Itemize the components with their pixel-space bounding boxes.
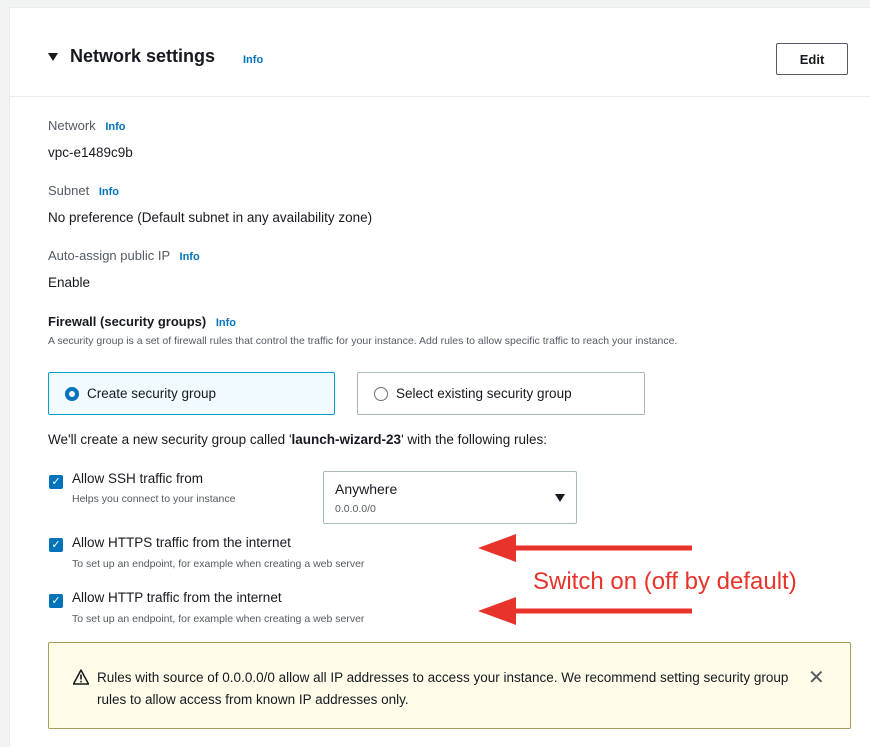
annotation-arrow-https xyxy=(478,534,692,562)
firewall-title-text: Firewall (security groups) xyxy=(48,314,207,329)
https-checkbox[interactable]: ✓ xyxy=(49,538,63,552)
create-prefix: We'll create a new security group called… xyxy=(48,432,292,447)
create-security-group-label: Create security group xyxy=(87,386,217,401)
radio-selected-icon[interactable] xyxy=(65,386,79,401)
checkmark-icon: ✓ xyxy=(51,476,61,488)
subnet-info-link[interactable]: Info xyxy=(99,186,119,198)
title-info-link[interactable]: Info xyxy=(243,54,263,66)
ssh-source-select[interactable]: Anywhere 0.0.0.0/0 xyxy=(323,471,577,524)
auto-ip-info-link[interactable]: Info xyxy=(180,251,200,263)
close-icon[interactable]: ✕ xyxy=(808,665,825,690)
network-settings-panel: Network settings Info Edit Network Info … xyxy=(9,7,870,747)
auto-ip-value: Enable xyxy=(48,275,91,290)
checkmark-icon: ✓ xyxy=(51,539,61,551)
http-checkbox[interactable]: ✓ xyxy=(49,594,63,608)
warning-alert: Rules with source of 0.0.0.0/0 allow all… xyxy=(48,642,851,729)
select-existing-group-label: Select existing security group xyxy=(396,386,572,401)
subnet-value: No preference (Default subnet in any ava… xyxy=(48,210,373,225)
checkmark-icon: ✓ xyxy=(51,595,61,607)
ssh-source-cidr: 0.0.0.0/0 xyxy=(335,503,376,515)
network-label: Network Info xyxy=(48,118,125,133)
ssh-checkbox[interactable]: ✓ xyxy=(49,475,63,489)
select-existing-group-option[interactable]: Select existing security group xyxy=(357,372,645,415)
network-label-text: Network xyxy=(48,118,96,133)
http-rule-label: Allow HTTP traffic from the internet xyxy=(72,590,282,605)
warning-icon xyxy=(73,669,89,685)
auto-ip-label-text: Auto-assign public IP xyxy=(48,248,170,263)
https-rule-label: Allow HTTPS traffic from the internet xyxy=(72,535,291,550)
group-name: launch-wizard-23 xyxy=(291,432,402,447)
ssh-rule-sub: Helps you connect to your instance xyxy=(72,493,236,505)
subnet-label: Subnet Info xyxy=(48,183,119,198)
http-rule-sub: To set up an endpoint, for example when … xyxy=(72,613,365,625)
alert-message: Rules with source of 0.0.0.0/0 allow all… xyxy=(97,670,789,707)
create-security-group-option[interactable]: Create security group xyxy=(48,372,335,415)
annotation-text: Switch on (off by default) xyxy=(533,568,797,595)
edit-button[interactable]: Edit xyxy=(776,43,848,75)
annotation-arrow-http xyxy=(478,597,692,625)
radio-unselected-icon[interactable] xyxy=(374,386,388,401)
firewall-title: Firewall (security groups) Info xyxy=(48,314,236,329)
firewall-description: A security group is a set of firewall ru… xyxy=(48,335,678,347)
create-suffix: ' with the following rules: xyxy=(401,432,547,447)
dropdown-caret-icon xyxy=(555,494,565,502)
network-info-link[interactable]: Info xyxy=(105,121,125,133)
https-rule-sub: To set up an endpoint, for example when … xyxy=(72,558,365,570)
ssh-rule-label: Allow SSH traffic from xyxy=(72,471,204,486)
firewall-info-link[interactable]: Info xyxy=(216,317,236,329)
auto-ip-label: Auto-assign public IP Info xyxy=(48,248,200,263)
network-value: vpc-e1489c9b xyxy=(48,145,133,160)
page-title: Network settings xyxy=(70,46,216,66)
collapse-caret-icon[interactable] xyxy=(48,53,58,61)
create-group-message: We'll create a new security group called… xyxy=(48,432,547,447)
subnet-label-text: Subnet xyxy=(48,183,90,198)
panel-header: Network settings Info Edit xyxy=(10,8,870,97)
ssh-source-value: Anywhere xyxy=(335,481,398,497)
